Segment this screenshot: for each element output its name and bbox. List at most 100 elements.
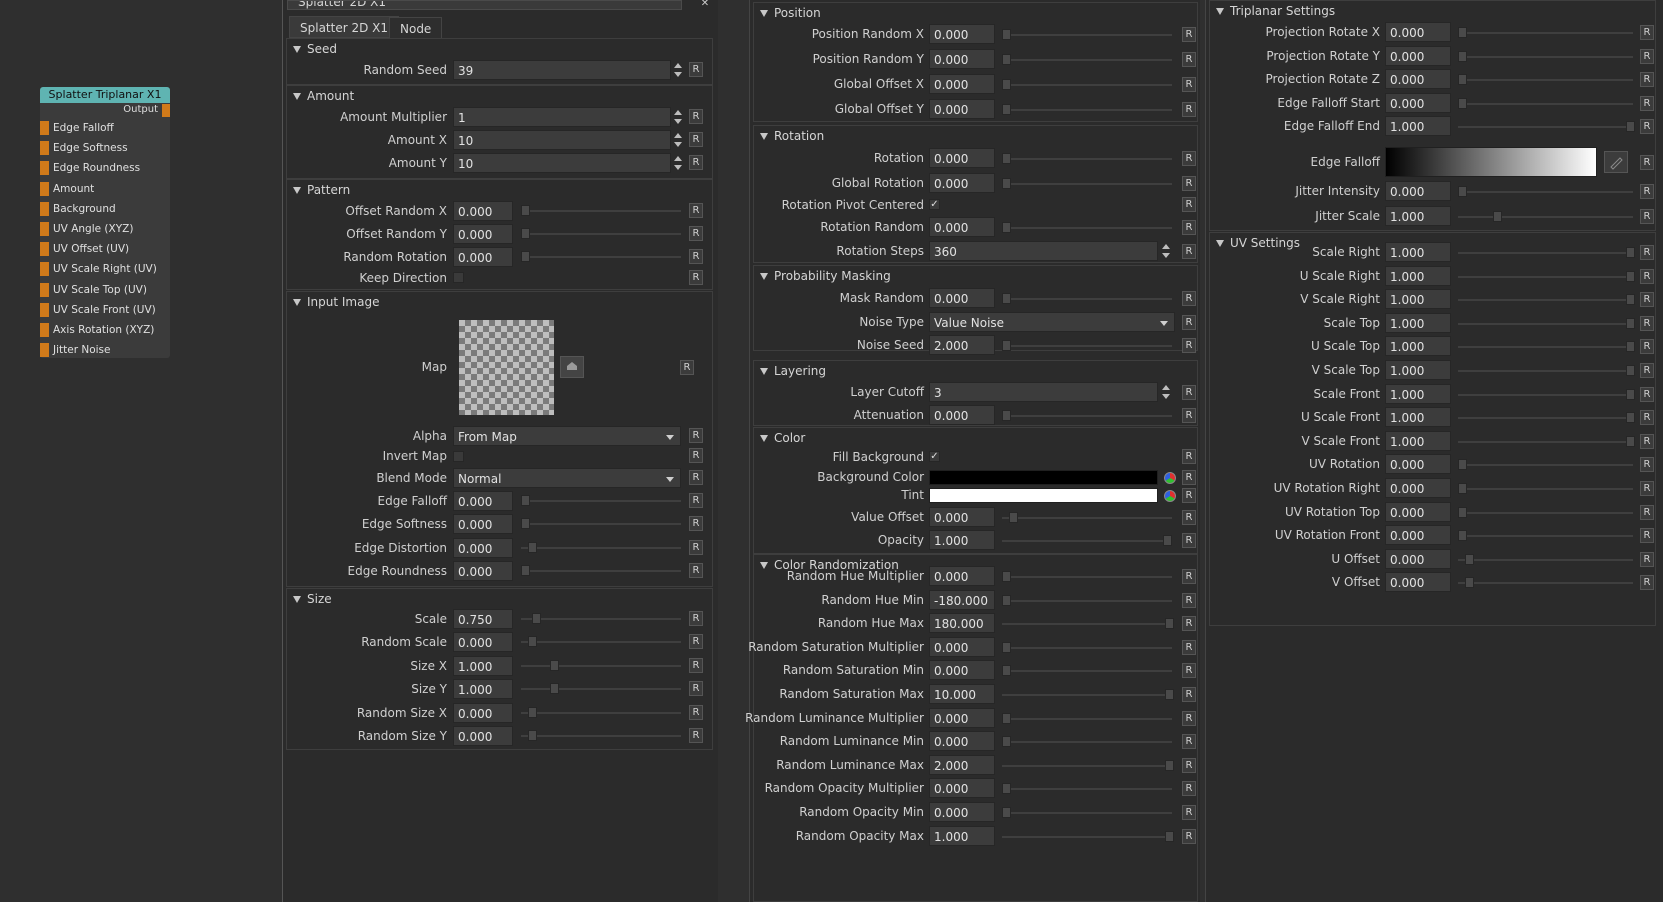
reset-button[interactable]: R	[1640, 155, 1654, 170]
opacity-slider[interactable]	[1002, 540, 1172, 542]
random-hue-multiplier-slider[interactable]	[1002, 576, 1172, 578]
size-x-field[interactable]: 1.000	[453, 656, 513, 676]
position-random-x-slider[interactable]	[1002, 34, 1172, 36]
position-random-x-field[interactable]: 0.000	[929, 24, 995, 44]
random-luminance-multiplier-field[interactable]: 0.000	[929, 707, 995, 728]
reset-button[interactable]: R	[689, 728, 703, 743]
input-socket[interactable]	[40, 302, 49, 317]
random-hue-max-slider[interactable]	[1002, 623, 1172, 626]
keep-direction-checkbox[interactable]	[453, 272, 464, 283]
input-socket[interactable]	[40, 141, 49, 156]
uv-rotation-top-slider[interactable]	[1458, 511, 1633, 514]
invert-map-checkbox[interactable]	[453, 451, 464, 462]
section-color-header[interactable]: Color	[756, 428, 805, 448]
slider-handle[interactable]	[1002, 340, 1011, 351]
node-input-uv-scale-right-uv[interactable]: UV Scale Right (UV)	[40, 261, 170, 277]
reset-button[interactable]: R	[1182, 291, 1196, 306]
reset-button[interactable]: R	[1182, 828, 1196, 844]
slider-handle[interactable]	[521, 495, 530, 506]
v-scale-top-slider[interactable]	[1458, 370, 1633, 372]
node-input-edge-softness[interactable]: Edge Softness	[40, 140, 170, 156]
reset-button[interactable]: R	[1640, 575, 1654, 591]
projection-rotate-y-slider[interactable]	[1458, 55, 1633, 58]
reset-button[interactable]: R	[1182, 220, 1196, 235]
slider-handle[interactable]	[1165, 689, 1175, 700]
u-scale-right-field[interactable]: 1.000	[1385, 265, 1451, 286]
slider-handle[interactable]	[1626, 247, 1635, 258]
random-opacity-max-field[interactable]: 1.000	[929, 825, 995, 846]
jitter-scale-field[interactable]: 1.000	[1385, 206, 1451, 226]
amount-y-spinner[interactable]	[673, 153, 684, 173]
reset-button[interactable]: R	[1640, 504, 1654, 520]
slider-handle[interactable]	[1458, 459, 1467, 471]
noise-type-dropdown[interactable]: Value Noise	[929, 312, 1175, 332]
reset-button[interactable]: R	[1640, 528, 1654, 544]
rotation-random-slider[interactable]	[1002, 227, 1172, 229]
jitter-intensity-field[interactable]: 0.000	[1385, 181, 1451, 201]
reset-button[interactable]: R	[1182, 710, 1196, 726]
random-saturation-max-slider[interactable]	[1002, 694, 1172, 696]
reset-button[interactable]: R	[1182, 385, 1196, 400]
rotation-pivot-centered-checkbox[interactable]: ✓	[929, 199, 940, 210]
random-luminance-multiplier-slider[interactable]	[1002, 717, 1172, 720]
edge-falloff-start-slider[interactable]	[1458, 102, 1633, 105]
rotation-random-field[interactable]: 0.000	[929, 217, 995, 237]
noise-seed-field[interactable]: 2.000	[929, 335, 995, 355]
reset-button[interactable]: R	[1182, 639, 1196, 655]
slider-handle[interactable]	[1002, 153, 1011, 164]
uv-rotation-field[interactable]: 0.000	[1385, 454, 1451, 475]
rotation-steps-field[interactable]: 360	[929, 241, 1158, 261]
attenuation-field[interactable]: 0.000	[929, 405, 995, 425]
input-socket[interactable]	[40, 323, 49, 337]
rotation-slider[interactable]	[1002, 158, 1172, 160]
reset-button[interactable]: R	[1640, 457, 1654, 473]
slider-handle[interactable]	[1458, 506, 1467, 518]
slider-handle[interactable]	[1626, 317, 1635, 329]
jitter-scale-slider[interactable]	[1458, 216, 1633, 218]
color-picker-icon[interactable]	[1164, 490, 1176, 502]
u-scale-top-slider[interactable]	[1458, 346, 1633, 349]
offset-random-x-field[interactable]: 0.000	[453, 201, 513, 221]
slider-handle[interactable]	[521, 565, 530, 576]
input-socket[interactable]	[40, 262, 49, 277]
reset-button[interactable]: R	[1182, 734, 1196, 750]
reset-button[interactable]: R	[1640, 433, 1654, 449]
uv-rotation-front-field[interactable]: 0.000	[1385, 525, 1451, 546]
layer-cutoff-field[interactable]: 3	[929, 382, 1158, 402]
slider-handle[interactable]	[1009, 512, 1018, 523]
slider-handle[interactable]	[1002, 222, 1011, 233]
scale-top-slider[interactable]	[1458, 322, 1633, 325]
edge-falloff-start-field[interactable]: 0.000	[1385, 92, 1451, 113]
slider-handle[interactable]	[1165, 618, 1175, 630]
reset-button[interactable]: R	[1182, 805, 1196, 820]
random-scale-field[interactable]: 0.000	[453, 632, 513, 652]
projection-rotate-y-field[interactable]: 0.000	[1385, 45, 1451, 66]
reset-button[interactable]: R	[1182, 687, 1196, 702]
reset-button[interactable]: R	[689, 705, 703, 720]
reset-button[interactable]: R	[1640, 209, 1654, 224]
slider-handle[interactable]	[1465, 577, 1474, 589]
size-x-slider[interactable]	[521, 665, 681, 667]
global-offset-y-slider[interactable]	[1002, 109, 1172, 111]
uv-rotation-right-field[interactable]: 0.000	[1385, 478, 1451, 498]
random-saturation-multiplier-field[interactable]: 0.000	[929, 636, 995, 657]
section-position-header[interactable]: Position	[756, 3, 821, 23]
reset-button[interactable]: R	[1182, 510, 1196, 525]
slider-handle[interactable]	[1002, 783, 1011, 795]
scale-top-field[interactable]: 1.000	[1385, 312, 1451, 333]
random-size-y-slider[interactable]	[521, 735, 681, 737]
reset-button[interactable]: R	[689, 62, 703, 77]
scale-field[interactable]: 0.750	[453, 609, 513, 629]
reset-button[interactable]: R	[1182, 27, 1196, 42]
slider-handle[interactable]	[1002, 807, 1011, 818]
u-offset-field[interactable]: 0.000	[1385, 548, 1451, 569]
reset-button[interactable]: R	[689, 611, 703, 626]
node-title[interactable]: Splatter Triplanar X1	[40, 87, 170, 103]
slider-handle[interactable]	[1458, 50, 1467, 62]
edge-distortion-slider[interactable]	[521, 547, 681, 549]
random-hue-multiplier-field[interactable]: 0.000	[929, 566, 995, 586]
section-rotation-header[interactable]: Rotation	[756, 126, 824, 146]
node-input-axis-rotation-xyz[interactable]: Axis Rotation (XYZ)	[40, 322, 170, 338]
edge-falloff-slider[interactable]	[521, 500, 681, 502]
edge-falloff-gradient[interactable]	[1385, 147, 1597, 177]
